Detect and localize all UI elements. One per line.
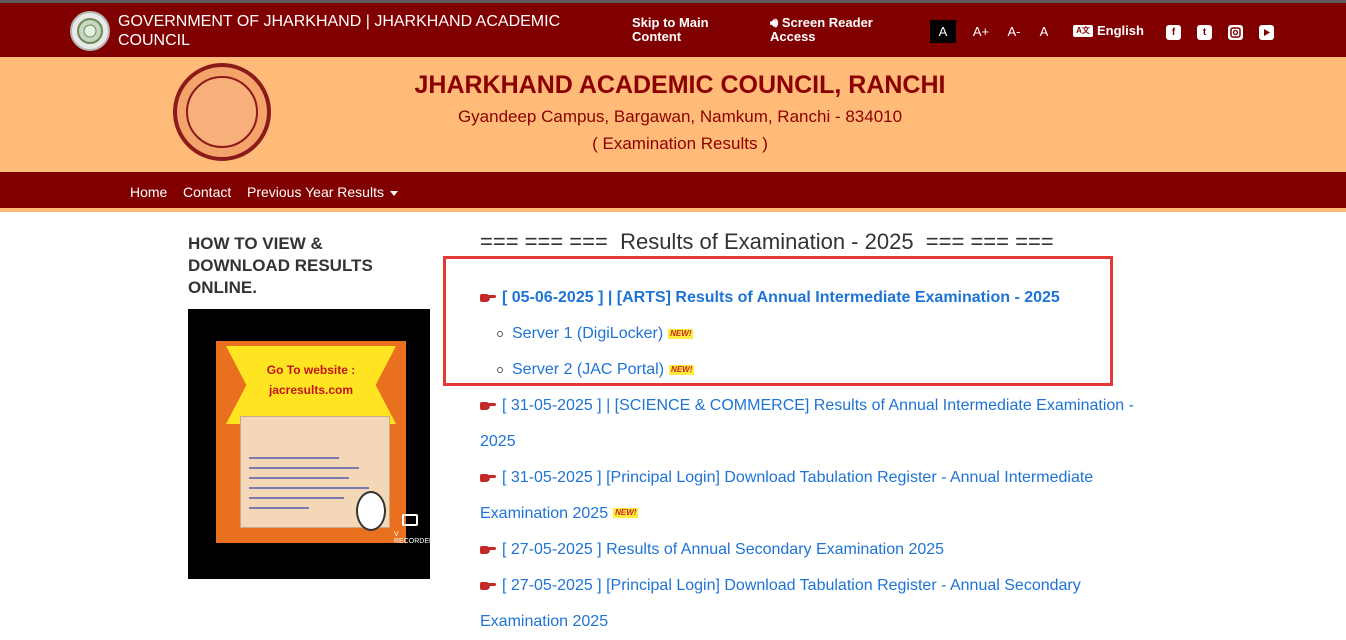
language-label: English	[1097, 23, 1144, 38]
video-recorder-icon	[402, 514, 418, 526]
nav-previous-year-results[interactable]: Previous Year Results	[247, 184, 398, 200]
video-text-line2: jacresults.com	[268, 383, 354, 397]
featured-result-link[interactable]: [ 05-06-2025 ] | [ARTS] Results of Annua…	[480, 280, 1170, 316]
font-size-increase-button[interactable]: A+	[968, 20, 994, 43]
pointing-hand-icon	[480, 472, 496, 483]
page-subtitle: ( Examination Results )	[592, 134, 768, 153]
council-address: Gyandeep Campus, Bargawan, Namkum, Ranch…	[457, 107, 903, 126]
result-link[interactable]: [ 27-05-2025 ] [Principal Login] Downloa…	[480, 568, 1170, 604]
server-2-link[interactable]: Server 2 (JAC Portal) NEW!	[497, 352, 695, 388]
result-link[interactable]: [ 31-05-2025 ] [Principal Login] Downloa…	[480, 460, 1170, 496]
nav-home[interactable]: Home	[130, 184, 167, 200]
council-name: JHARKHAND ACADEMIC COUNCIL, RANCHI	[414, 71, 946, 99]
translate-icon: A文	[1073, 24, 1093, 37]
skip-to-main-content-link[interactable]: Skip to Main Content	[632, 16, 732, 44]
pointing-hand-icon	[480, 544, 496, 555]
government-title: GOVERNMENT OF JHARKHAND | JHARKHAND ACAD…	[118, 13, 561, 49]
font-size-reset-button[interactable]: A	[1031, 20, 1057, 43]
result-text: [ 27-05-2025 ] Results of Annual Seconda…	[502, 541, 945, 558]
font-size-normal-button[interactable]: A	[930, 20, 956, 43]
featured-result-text: [ 05-06-2025 ] | [ARTS] Results of Annua…	[502, 289, 1060, 306]
pointing-hand-icon	[480, 400, 496, 411]
server-1-label: Server 1 (DigiLocker)	[512, 325, 664, 342]
instagram-icon[interactable]	[1228, 25, 1243, 40]
video-seal-icon	[356, 491, 386, 531]
server-1-link[interactable]: Server 1 (DigiLocker) NEW!	[497, 316, 694, 352]
result-link[interactable]: [ 31-05-2025 ] | [SCIENCE & COMMERCE] Re…	[480, 388, 1170, 424]
bullet-icon	[497, 367, 503, 373]
twitter-icon[interactable]: t	[1197, 25, 1212, 40]
screen-reader-label: Screen Reader Access	[770, 15, 873, 44]
nav-previous-label: Previous Year Results	[247, 184, 384, 200]
main-navigation: Home Contact Previous Year Results	[0, 172, 1346, 212]
font-size-decrease-button[interactable]: A-	[1001, 20, 1027, 43]
result-link-continued[interactable]: Examination 2025 NEW!	[480, 496, 1170, 532]
section-title: === === === Results of Examination - 202…	[480, 229, 1054, 254]
result-text: Examination 2025	[480, 505, 609, 522]
result-text: Examination 2025	[480, 613, 609, 630]
speaker-icon: 🔊︎	[770, 15, 782, 30]
result-text: 2025	[480, 433, 516, 450]
result-link-continued[interactable]: Examination 2025	[480, 604, 1170, 640]
nav-contact[interactable]: Contact	[183, 184, 231, 200]
government-emblem-icon	[70, 11, 110, 51]
top-bar: GOVERNMENT OF JHARKHAND | JHARKHAND ACAD…	[0, 0, 1346, 57]
youtube-icon[interactable]	[1259, 25, 1274, 40]
chevron-down-icon	[389, 190, 398, 196]
howto-heading: HOW TO VIEW & DOWNLOAD RESULTS ONLINE.	[188, 234, 373, 297]
result-text: [ 31-05-2025 ] [Principal Login] Downloa…	[502, 469, 1094, 486]
howto-video[interactable]: Go To website : jacresults.com V RECORDE…	[188, 309, 430, 579]
pointing-hand-icon	[480, 580, 496, 591]
screen-reader-access-link[interactable]: 🔊︎ Screen Reader Access	[770, 16, 900, 44]
facebook-icon[interactable]: f	[1166, 25, 1181, 40]
result-link[interactable]: [ 27-05-2025 ] Results of Annual Seconda…	[480, 532, 1170, 568]
video-recorder-label: V RECORDER	[394, 531, 430, 545]
new-badge: NEW!	[669, 365, 695, 375]
site-header: JHARKHAND ACADEMIC COUNCIL, RANCHI Gyand…	[0, 57, 1346, 172]
video-thumbnail: Go To website : jacresults.com	[216, 341, 406, 543]
pointing-hand-icon	[480, 292, 496, 303]
video-text-line1: Go To website :	[266, 363, 356, 377]
result-text: [ 31-05-2025 ] | [SCIENCE & COMMERCE] Re…	[502, 397, 1134, 414]
server-2-label: Server 2 (JAC Portal)	[512, 361, 665, 378]
new-badge: NEW!	[613, 508, 639, 518]
bullet-icon	[497, 331, 503, 337]
new-badge: NEW!	[668, 329, 694, 339]
result-link-continued[interactable]: 2025	[480, 424, 1170, 460]
language-toggle[interactable]: A文 English	[1073, 23, 1144, 38]
council-seal-logo	[173, 63, 271, 161]
result-text: [ 27-05-2025 ] [Principal Login] Downloa…	[502, 577, 1081, 594]
